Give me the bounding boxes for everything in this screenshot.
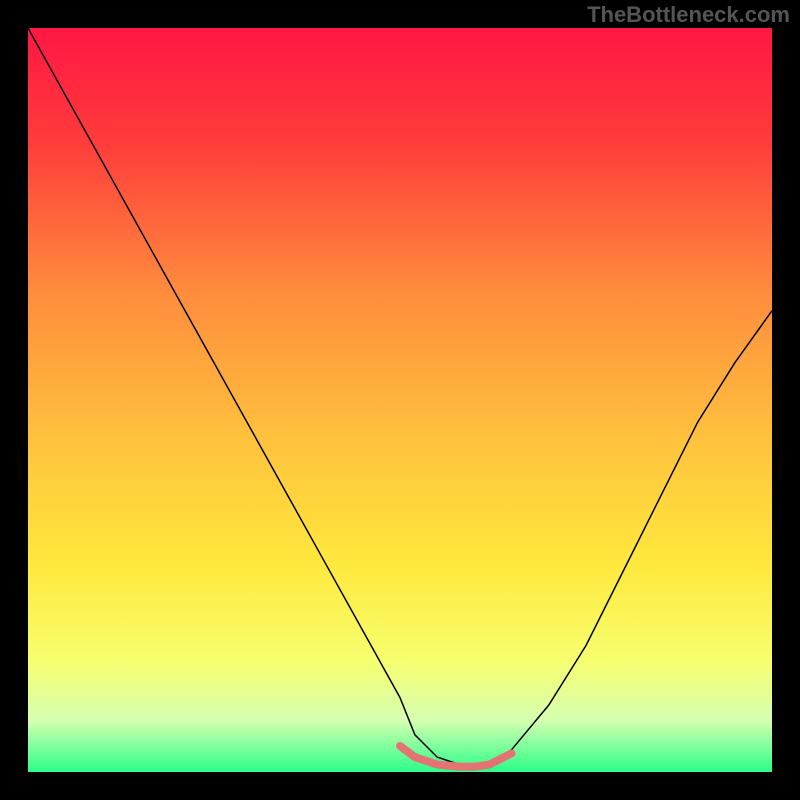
curve-layer [28,28,772,772]
plot-area [28,28,772,772]
watermark-text: TheBottleneck.com [587,2,790,28]
threshold-band [400,746,512,767]
bottleneck-curve [28,28,772,768]
chart-container: TheBottleneck.com [0,0,800,800]
